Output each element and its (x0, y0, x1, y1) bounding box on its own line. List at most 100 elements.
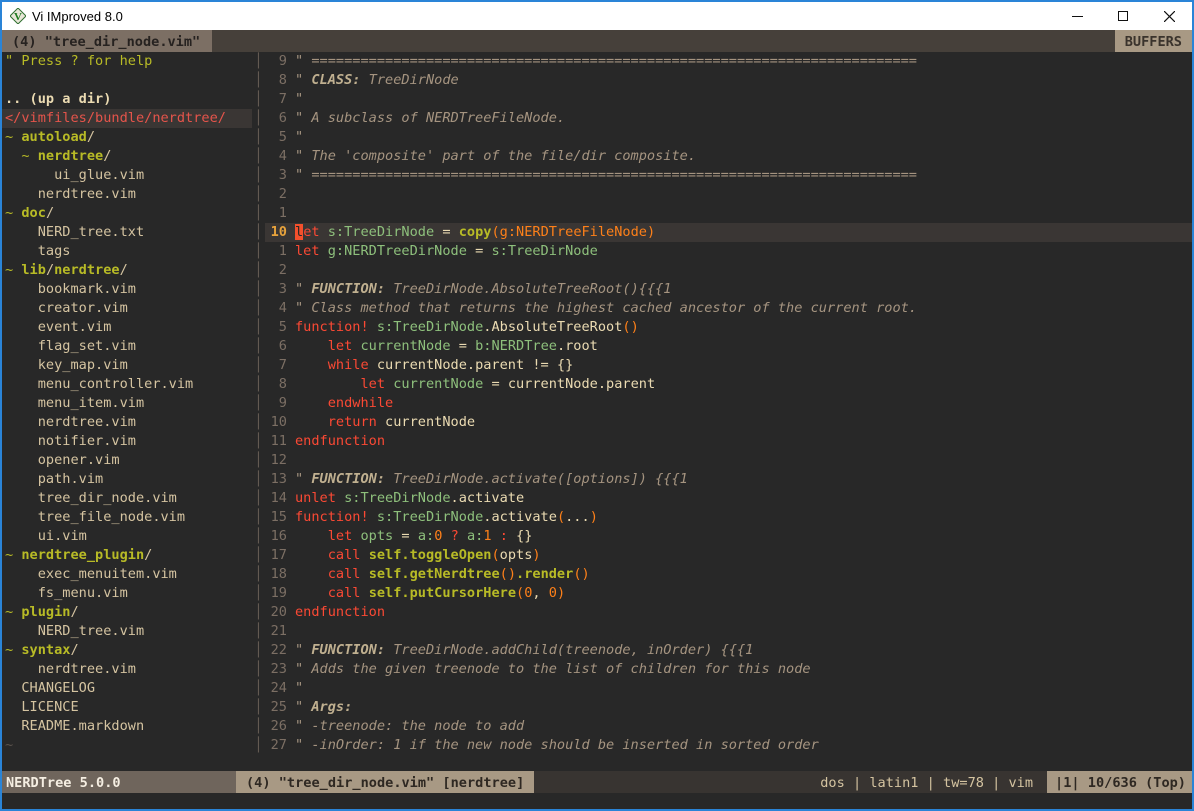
tree-item[interactable]: nerdtree.vim (2, 413, 252, 432)
code-line[interactable]: 15function! s:TreeDirNode.activate(...) (265, 508, 1192, 527)
code-text: function! s:TreeDirNode.AbsoluteTreeRoot… (295, 318, 639, 337)
tree-item[interactable]: ~ doc/ (2, 204, 252, 223)
tree-item[interactable]: nerdtree.vim (2, 185, 252, 204)
tree-item[interactable]: tree_dir_node.vim (2, 489, 252, 508)
code-line[interactable]: 16 let opts = a:0 ? a:1 : {} (265, 527, 1192, 546)
separator-bar: │ (252, 679, 265, 698)
buffers-label[interactable]: BUFFERS (1115, 30, 1192, 52)
tree-item[interactable]: nerdtree.vim (2, 660, 252, 679)
tree-item[interactable]: NERD_tree.vim (2, 622, 252, 641)
code-line[interactable]: 26" -treenode: the node to add (265, 717, 1192, 736)
tree-item[interactable]: ~ plugin/ (2, 603, 252, 622)
line-number: 22 (265, 641, 287, 660)
code-line[interactable]: 7 while currentNode.parent != {} (265, 356, 1192, 375)
code-line[interactable]: 9" =====================================… (265, 52, 1192, 71)
code-line[interactable]: 21 (265, 622, 1192, 641)
code-line[interactable]: 24" (265, 679, 1192, 698)
code-line[interactable]: 9 endwhile (265, 394, 1192, 413)
tree-item[interactable]: LICENCE (2, 698, 252, 717)
nerdtree-panel[interactable]: " Press ? for help .. (up a dir)</vimfile… (2, 52, 252, 771)
code-line[interactable]: 17 call self.toggleOpen(opts) (265, 546, 1192, 565)
tree-item[interactable] (2, 71, 252, 90)
svg-text:V: V (14, 11, 22, 23)
separator-bar: │ (252, 90, 265, 109)
close-button[interactable] (1146, 2, 1192, 30)
code-editor[interactable]: 9" =====================================… (265, 52, 1192, 771)
code-line[interactable]: 11endfunction (265, 432, 1192, 451)
code-line[interactable]: 22" FUNCTION: TreeDirNode.addChild(treen… (265, 641, 1192, 660)
line-number: 4 (265, 147, 287, 166)
tree-item[interactable]: event.vim (2, 318, 252, 337)
code-line[interactable]: 4" The 'composite' part of the file/dir … (265, 147, 1192, 166)
code-line[interactable]: 3" =====================================… (265, 166, 1192, 185)
tree-item[interactable]: tags (2, 242, 252, 261)
tree-item[interactable]: ~ autoload/ (2, 128, 252, 147)
tree-item[interactable]: key_map.vim (2, 356, 252, 375)
tree-item[interactable]: ui_glue.vim (2, 166, 252, 185)
separator-bar: │ (252, 736, 265, 755)
tree-item[interactable]: CHANGELOG (2, 679, 252, 698)
tree-item[interactable]: ui.vim (2, 527, 252, 546)
tree-item[interactable]: fs_menu.vim (2, 584, 252, 603)
tree-item[interactable]: ~ nerdtree_plugin/ (2, 546, 252, 565)
separator-bar: │ (252, 280, 265, 299)
tree-item[interactable]: opener.vim (2, 451, 252, 470)
code-line[interactable]: 12 (265, 451, 1192, 470)
code-line[interactable]: 20endfunction (265, 603, 1192, 622)
tree-item[interactable]: .. (up a dir) (2, 90, 252, 109)
separator-bar: │ (252, 603, 265, 622)
code-line[interactable]: 6" A subclass of NERDTreeFileNode. (265, 109, 1192, 128)
code-line[interactable]: 18 call self.getNerdtree().render() (265, 565, 1192, 584)
tree-item[interactable]: ~ syntax/ (2, 641, 252, 660)
code-line[interactable]: 14unlet s:TreeDirNode.activate (265, 489, 1192, 508)
tree-item[interactable]: " Press ? for help (2, 52, 252, 71)
tree-item[interactable]: tree_file_node.vim (2, 508, 252, 527)
code-line[interactable]: 25" Args: (265, 698, 1192, 717)
maximize-button[interactable] (1100, 2, 1146, 30)
tab-tree-dir-node[interactable]: (4) "tree_dir_node.vim" (2, 30, 212, 52)
code-line[interactable]: 27" -inOrder: 1 if the new node should b… (265, 736, 1192, 755)
code-line[interactable]: 23" Adds the given treenode to the list … (265, 660, 1192, 679)
code-line[interactable]: 8" CLASS: TreeDirNode (265, 71, 1192, 90)
line-number: 3 (265, 280, 287, 299)
tree-item[interactable]: path.vim (2, 470, 252, 489)
tree-item[interactable]: ~ nerdtree/ (2, 147, 252, 166)
code-text: endfunction (295, 432, 385, 451)
tree-item[interactable]: </vimfiles/bundle/nerdtree/ (2, 109, 252, 128)
code-line[interactable]: 5function! s:TreeDirNode.AbsoluteTreeRoo… (265, 318, 1192, 337)
code-line[interactable]: 8 let currentNode = currentNode.parent (265, 375, 1192, 394)
code-line[interactable]: 1let g:NERDTreeDirNode = s:TreeDirNode (265, 242, 1192, 261)
line-number: 15 (265, 508, 287, 527)
tree-item[interactable]: ~ (2, 736, 252, 755)
tree-item[interactable]: NERD_tree.txt (2, 223, 252, 242)
code-line-current[interactable]: 10let s:TreeDirNode = copy(g:NERDTreeFil… (265, 223, 1192, 242)
minimize-button[interactable] (1054, 2, 1100, 30)
code-line[interactable]: 2 (265, 185, 1192, 204)
code-line[interactable]: 3" FUNCTION: TreeDirNode.AbsoluteTreeRoo… (265, 280, 1192, 299)
code-line[interactable]: 4" Class method that returns the highest… (265, 299, 1192, 318)
line-number: 1 (265, 204, 287, 223)
code-line[interactable]: 6 let currentNode = b:NERDTree.root (265, 337, 1192, 356)
window-separator[interactable]: │││││││││││││││││││││││││││││││││││││ (252, 52, 265, 771)
code-line[interactable]: 1 (265, 204, 1192, 223)
command-line[interactable] (2, 793, 1192, 809)
code-line[interactable]: 13" FUNCTION: TreeDirNode.activate([opti… (265, 470, 1192, 489)
code-text: " (295, 128, 303, 147)
separator-bar: │ (252, 470, 265, 489)
tree-item[interactable]: creator.vim (2, 299, 252, 318)
separator-bar: │ (252, 185, 265, 204)
tree-item[interactable]: notifier.vim (2, 432, 252, 451)
tree-item[interactable]: menu_item.vim (2, 394, 252, 413)
separator-bar: │ (252, 508, 265, 527)
tree-item[interactable]: bookmark.vim (2, 280, 252, 299)
tree-item[interactable]: ~ lib/nerdtree/ (2, 261, 252, 280)
tree-item[interactable]: README.markdown (2, 717, 252, 736)
tree-item[interactable]: flag_set.vim (2, 337, 252, 356)
code-line[interactable]: 5" (265, 128, 1192, 147)
tree-item[interactable]: exec_menuitem.vim (2, 565, 252, 584)
code-line[interactable]: 7" (265, 90, 1192, 109)
tree-item[interactable]: menu_controller.vim (2, 375, 252, 394)
code-line[interactable]: 10 return currentNode (265, 413, 1192, 432)
code-line[interactable]: 2 (265, 261, 1192, 280)
code-line[interactable]: 19 call self.putCursorHere(0, 0) (265, 584, 1192, 603)
